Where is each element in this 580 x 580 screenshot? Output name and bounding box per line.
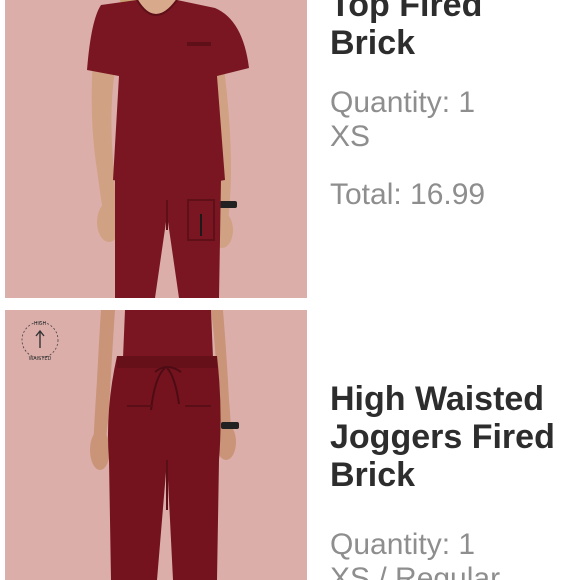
total-label: Total: 16.99 <box>330 178 486 211</box>
product-title-joggers[interactable]: High Waisted Joggers Fired Brick <box>330 380 555 494</box>
title-line: High Waisted <box>330 380 545 418</box>
high-waisted-badge-icon: HIGH WAISTED <box>18 318 62 362</box>
svg-text:HIGH: HIGH <box>34 321 47 327</box>
title-line: Joggers Fired <box>330 418 555 456</box>
product-image-top[interactable] <box>5 0 307 298</box>
quantity-label: Quantity: 1 <box>330 86 476 119</box>
title-line: Brick <box>330 24 416 62</box>
order-items-list: Top Fired Brick Quantity: 1 XS Total: 16… <box>0 0 580 580</box>
title-line: Top Fired <box>330 0 483 24</box>
product-title-top[interactable]: Top Fired Brick <box>330 0 482 62</box>
product-photo-top <box>5 0 307 298</box>
size-label: XS / Regular <box>330 562 501 580</box>
svg-text:WAISTED: WAISTED <box>29 356 52 362</box>
title-line: Brick <box>330 456 416 494</box>
quantity-label: Quantity: 1 <box>330 528 476 561</box>
size-label: XS <box>330 120 371 153</box>
